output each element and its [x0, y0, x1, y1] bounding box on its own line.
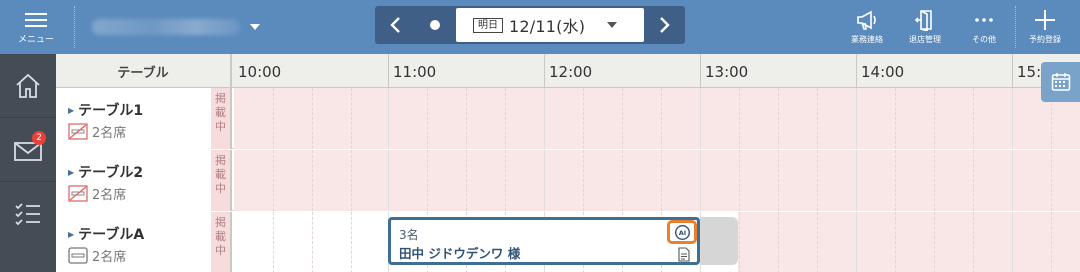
nav-tasks[interactable] — [0, 182, 56, 246]
plus-icon — [1035, 10, 1055, 30]
time-slots[interactable]: 3名 田中 ジドウデンワ 様 AI — [234, 212, 1080, 272]
table-row: ▶ テーブルA 2名席 掲載中 3名 田中 ジドウデンワ 様 AI — [56, 212, 1080, 272]
day-tag: 明日 — [473, 17, 503, 33]
expand-triangle-icon: ▶ — [68, 229, 75, 239]
time-slots[interactable] — [234, 88, 1080, 149]
date-navigator: 明日 12/11(水) — [375, 6, 685, 44]
top-bar: メニュー 明日 12/11(水) 業務連絡 退店管理 その他 予約登録 — [0, 0, 1080, 54]
svg-text:AI: AI — [678, 229, 685, 237]
table-name: テーブル2 — [78, 165, 144, 181]
hour-label: 11:00 — [393, 63, 437, 81]
checkout-manage-label: 退店管理 — [909, 35, 941, 44]
door-exit-icon — [914, 10, 932, 31]
table-row: ▶ テーブル2 2名席 掲載中 — [56, 150, 1080, 211]
table-name: テーブルA — [78, 227, 145, 243]
table-name: テーブル1 — [78, 103, 144, 119]
table-unavailable-icon — [68, 185, 88, 202]
hour-label: 12:00 — [549, 63, 593, 81]
divider — [74, 6, 75, 48]
checkout-manage-button[interactable]: 退店管理 — [904, 0, 946, 54]
timeline-header: テーブル 10:00 11:00 12:00 13:00 14:00 15: — [56, 54, 1080, 88]
side-nav: 2 — [0, 54, 56, 272]
home-icon — [16, 73, 40, 98]
listing-status: 掲載中 — [211, 88, 232, 149]
prev-day-button[interactable] — [375, 6, 415, 44]
seat-count: 2名席 — [92, 126, 127, 141]
table-icon — [68, 247, 88, 264]
guest-name: 田中 ジドウデンワ 様 — [399, 246, 521, 261]
party-size: 3名 — [399, 228, 419, 242]
today-button[interactable] — [415, 6, 455, 44]
date-text: 12/11(水) — [509, 17, 586, 36]
timeline-grid: テーブル 10:00 11:00 12:00 13:00 14:00 15: ▶… — [56, 54, 1080, 272]
hour-label: 10:00 — [238, 63, 282, 81]
dot-icon — [430, 20, 440, 30]
next-day-button[interactable] — [645, 6, 685, 44]
menu-label: メニュー — [17, 35, 54, 45]
unread-badge: 2 — [32, 131, 46, 145]
more-dots-icon — [975, 18, 993, 22]
chevron-down-icon — [607, 22, 618, 28]
add-reservation-button[interactable]: 予約登録 — [1024, 0, 1066, 54]
hour-label: 15: — [1017, 63, 1042, 81]
chevron-down-icon — [250, 24, 260, 30]
reservation-buffer — [700, 217, 738, 265]
table-info[interactable]: ▶ テーブル1 2名席 — [56, 88, 211, 149]
seat-count: 2名席 — [92, 188, 127, 203]
megaphone-icon — [857, 10, 876, 30]
table-info[interactable]: ▶ テーブルA 2名席 — [56, 212, 211, 272]
store-selector[interactable] — [92, 16, 262, 38]
table-info[interactable]: ▶ テーブル2 2名席 — [56, 150, 211, 211]
chevron-left-icon — [390, 17, 400, 33]
calendar-icon — [1051, 73, 1070, 91]
store-name-redacted — [92, 19, 240, 35]
seat-count: 2名席 — [92, 250, 127, 265]
add-reservation-label: 予約登録 — [1029, 35, 1061, 44]
business-notice-label: 業務連絡 — [851, 35, 883, 44]
menu-button[interactable]: メニュー — [0, 0, 72, 54]
nav-home[interactable] — [0, 54, 56, 118]
nav-messages[interactable]: 2 — [0, 118, 56, 182]
expand-triangle-icon: ▶ — [68, 167, 75, 177]
hamburger-icon — [25, 9, 47, 31]
table-unavailable-icon — [68, 123, 88, 140]
ai-call-badge[interactable]: AI — [667, 220, 697, 244]
business-notice-button[interactable]: 業務連絡 — [846, 0, 888, 54]
chevron-right-icon — [660, 17, 670, 33]
ai-phone-icon: AI — [674, 224, 690, 240]
date-picker[interactable]: 明日 12/11(水) — [456, 8, 644, 42]
expand-triangle-icon: ▶ — [68, 105, 75, 115]
reservation-card[interactable]: 3名 田中 ジドウデンワ 様 AI — [388, 217, 700, 265]
hour-label: 14:00 — [861, 63, 905, 81]
more-button[interactable]: その他 — [962, 0, 1006, 54]
table-row: ▶ テーブル1 2名席 掲載中 — [56, 88, 1080, 149]
listing-status: 掲載中 — [211, 150, 232, 211]
table-column-header: テーブル — [56, 54, 232, 88]
unavailable-slots — [738, 212, 1080, 272]
time-slots[interactable] — [234, 150, 1080, 211]
memo-icon — [678, 247, 690, 262]
checklist-icon — [15, 203, 40, 226]
hour-label: 13:00 — [705, 63, 749, 81]
calendar-button[interactable] — [1041, 62, 1080, 102]
listing-status: 掲載中 — [211, 212, 232, 272]
more-label: その他 — [972, 35, 996, 44]
divider — [1015, 6, 1016, 48]
